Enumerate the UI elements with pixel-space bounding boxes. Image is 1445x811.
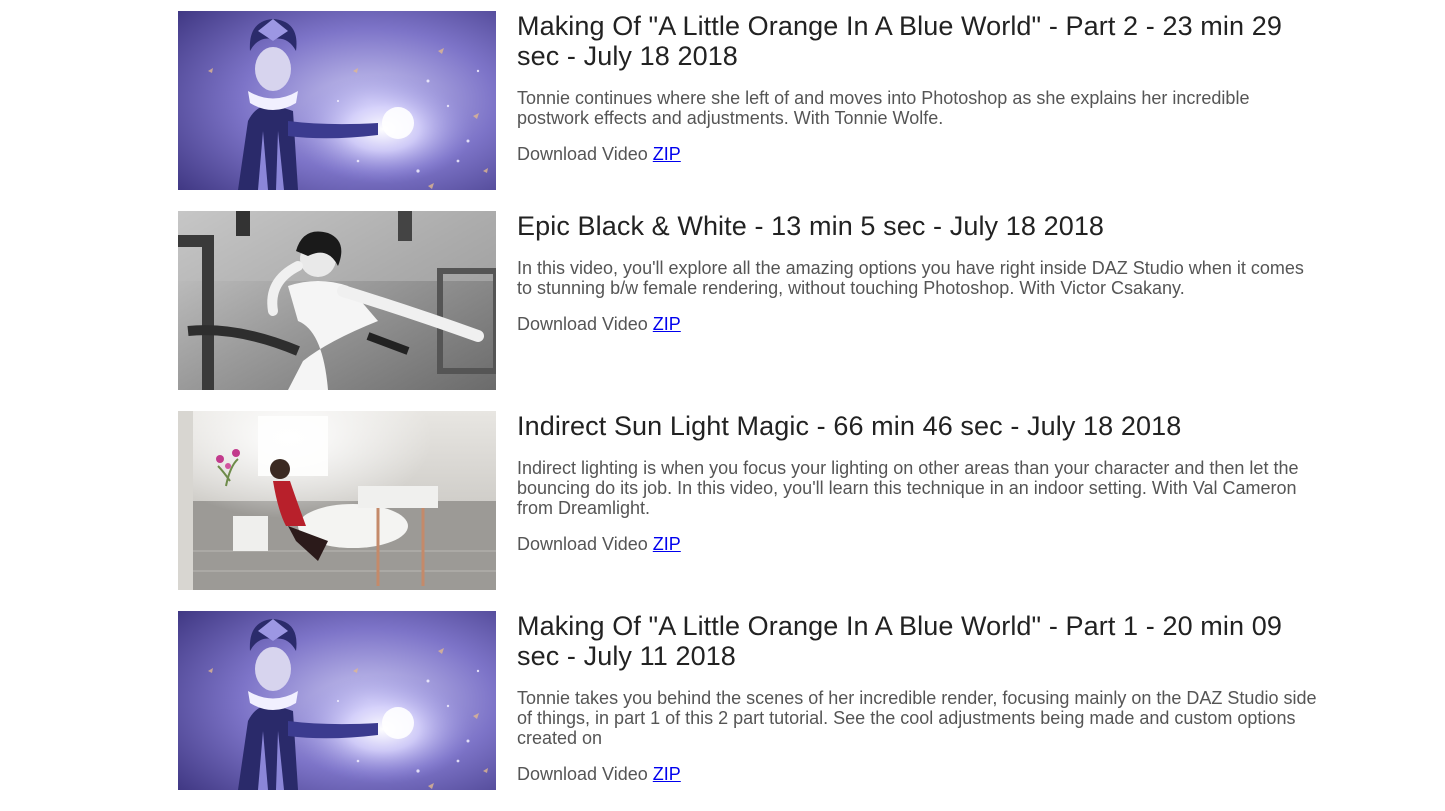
- video-title: Indirect Sun Light Magic - 66 min 46 sec…: [517, 411, 1182, 441]
- download-row: Download Video ZIP: [517, 764, 1317, 784]
- video-description: Tonnie continues where she left of and m…: [517, 88, 1250, 128]
- harlequin-thumbnail-image: [178, 11, 496, 190]
- download-label: Download Video: [517, 534, 648, 554]
- video-info: Indirect Sun Light Magic - 66 min 46 sec…: [517, 411, 1317, 554]
- video-description: Tonnie takes you behind the scenes of he…: [517, 688, 1317, 748]
- zip-download-link[interactable]: ZIP: [653, 144, 681, 164]
- download-row: Download Video ZIP: [517, 534, 1317, 554]
- video-item: Making Of "A Little Orange In A Blue Wor…: [178, 11, 1338, 211]
- video-title: Epic Black & White - 13 min 5 sec - July…: [517, 211, 1105, 241]
- video-description: Indirect lighting is when you focus your…: [517, 458, 1299, 518]
- video-title: Making Of "A Little Orange In A Blue Wor…: [517, 11, 1282, 71]
- zip-download-link[interactable]: ZIP: [653, 534, 681, 554]
- zip-download-link[interactable]: ZIP: [653, 764, 681, 784]
- video-item: Making Of "A Little Orange In A Blue Wor…: [178, 611, 1338, 811]
- download-label: Download Video: [517, 314, 648, 334]
- video-info: Epic Black & White - 13 min 5 sec - July…: [517, 211, 1317, 334]
- video-thumbnail[interactable]: [178, 211, 496, 390]
- video-title: Making Of "A Little Orange In A Blue Wor…: [517, 611, 1282, 671]
- harlequin-thumbnail-image: [178, 611, 496, 790]
- video-thumbnail[interactable]: [178, 11, 496, 190]
- video-thumbnail[interactable]: [178, 611, 496, 790]
- video-description: In this video, you'll explore all the am…: [517, 258, 1304, 298]
- download-row: Download Video ZIP: [517, 144, 1317, 164]
- video-list: Making Of "A Little Orange In A Blue Wor…: [178, 11, 1338, 811]
- bathroom-thumbnail-image: [178, 411, 496, 590]
- video-info: Making Of "A Little Orange In A Blue Wor…: [517, 611, 1317, 784]
- download-row: Download Video ZIP: [517, 314, 1317, 334]
- zip-download-link[interactable]: ZIP: [653, 314, 681, 334]
- video-thumbnail[interactable]: [178, 411, 496, 590]
- video-item: Indirect Sun Light Magic - 66 min 46 sec…: [178, 411, 1338, 611]
- download-label: Download Video: [517, 764, 648, 784]
- video-info: Making Of "A Little Orange In A Blue Wor…: [517, 11, 1317, 164]
- video-item: Epic Black & White - 13 min 5 sec - July…: [178, 211, 1338, 411]
- download-label: Download Video: [517, 144, 648, 164]
- black-white-thumbnail-image: [178, 211, 496, 390]
